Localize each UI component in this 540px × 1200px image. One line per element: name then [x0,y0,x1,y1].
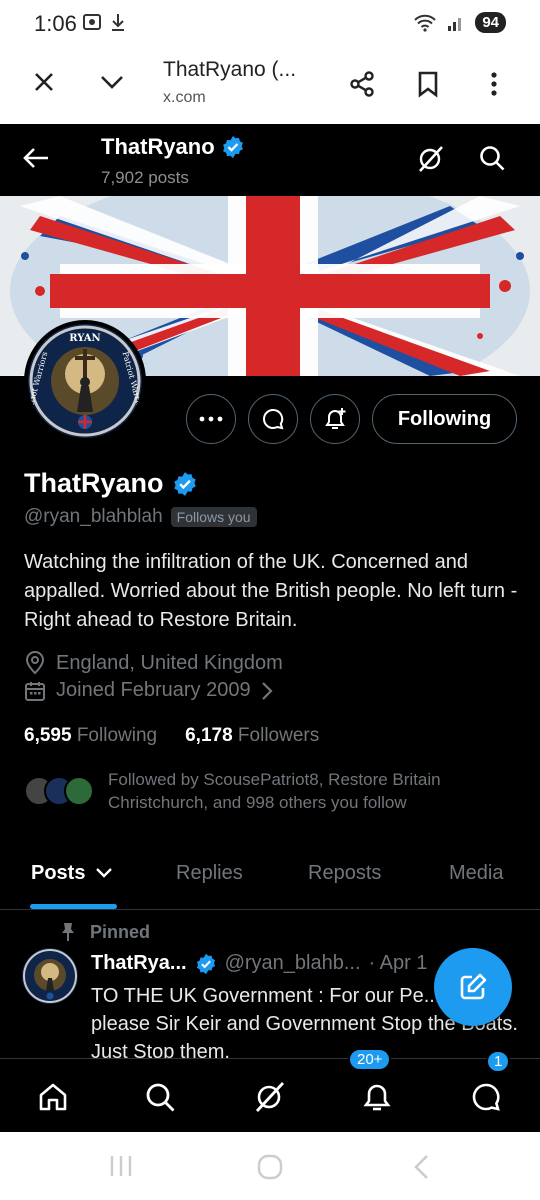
mail-icon[interactable] [464,1075,508,1119]
svg-text:RYAN: RYAN [69,333,100,344]
verified-icon [196,953,215,974]
post-count: 7,902 posts [101,168,189,187]
back-arrow-icon[interactable] [22,146,50,175]
tweet-header: ThatRya... @ryan_blahb... · Apr 1 [91,952,427,975]
message-button[interactable] [248,394,298,444]
joined-row[interactable]: Joined February 2009 [24,679,273,702]
compose-button[interactable] [434,948,512,1026]
system-navigation-bar [0,1132,540,1200]
followers-stat[interactable]: 6,178 Followers [185,725,319,747]
compose-icon [460,973,487,1000]
tweet-avatar[interactable] [22,948,78,1004]
close-icon[interactable] [22,60,66,104]
tweet-author[interactable]: ThatRya... [91,952,187,975]
profile-header [0,124,540,196]
tab-media[interactable]: Media [449,862,503,885]
more-options-button[interactable] [186,394,236,444]
battery-indicator: 94 [475,12,506,33]
profile-handle: @ryan_blahblah [24,506,163,527]
recent-apps-icon[interactable] [108,1154,134,1183]
follows-you-badge: Follows you [170,507,257,527]
bottom-navigation: 20+ 1 [0,1048,540,1132]
profile-avatar[interactable]: RYAN Patriot Warriors Patriot Warriors [24,320,146,442]
follower-avatar [64,776,94,806]
status-icons-right: 94 [413,12,506,33]
wifi-icon [414,14,437,32]
browser-page-title[interactable]: ThatRyano (... [163,58,296,82]
signal-icon [448,17,462,31]
more-horiz-icon [199,416,223,422]
search-icon[interactable] [138,1075,182,1119]
grok-icon[interactable] [416,144,446,179]
tweet-handle: @ryan_blahb... [224,952,361,974]
following-button[interactable]: Following [372,394,517,444]
header-name: ThatRyano [101,134,215,159]
followed-by-text[interactable]: Followed by ScousePatriot8, Restore Brit… [108,768,518,814]
tweet-date: · Apr 1 [368,952,428,974]
message-icon [263,408,284,430]
notify-plus-icon [325,408,346,429]
share-icon[interactable] [340,62,384,106]
following-stat[interactable]: 6,595 Following [24,725,157,747]
chevron-down-icon [96,868,112,878]
x-profile-page: ThatRyano 7,902 posts RYAN Patriot Warri… [0,124,540,1132]
profile-location: England, United Kingdom [56,651,283,674]
home-icon[interactable] [31,1075,75,1119]
verified-icon [173,471,196,496]
profile-name-row: ThatRyano [24,468,198,499]
tab-reposts[interactable]: Reposts [308,862,381,885]
profile-joined: Joined February 2009 [56,679,251,701]
more-vert-icon[interactable] [472,62,516,106]
status-bar: 1:06 94 [0,0,540,48]
tab-posts[interactable]: Posts [31,862,113,885]
verified-icon [222,136,243,158]
bell-icon[interactable] [355,1075,399,1119]
browser-url[interactable]: x.com [163,89,206,107]
status-icons-left [82,12,126,32]
search-icon[interactable] [478,144,506,177]
home-button-icon[interactable] [256,1153,284,1186]
profile-tabs: Posts Replies Reposts Media [0,842,540,910]
follow-stats: 6,595 Following 6,178 Followers [24,725,319,747]
screenshot-icon [83,14,101,30]
chevron-down-icon[interactable] [90,60,134,104]
download-icon [112,14,124,31]
grok-icon[interactable] [248,1075,292,1119]
back-icon[interactable] [412,1154,430,1185]
bookmark-icon[interactable] [406,62,450,106]
notifications-button[interactable] [310,394,360,444]
pinned-label: Pinned [90,922,151,942]
location-icon [25,651,45,675]
active-tab-indicator [30,904,117,909]
pin-icon [60,922,76,947]
header-title: ThatRyano [101,134,245,160]
status-time: 1:06 [34,11,77,36]
calendar-icon [25,681,45,701]
chevron-right-icon [261,681,273,700]
notifications-badge: 20+ [348,1048,392,1071]
profile-handle-row: @ryan_blahblah Follows you [24,506,257,528]
tab-replies[interactable]: Replies [176,862,243,885]
messages-badge: 1 [486,1050,511,1073]
profile-bio: Watching the infiltration of the UK. Con… [24,551,518,631]
profile-name: ThatRyano [24,468,164,498]
location-row: England, United Kingdom [24,651,283,675]
